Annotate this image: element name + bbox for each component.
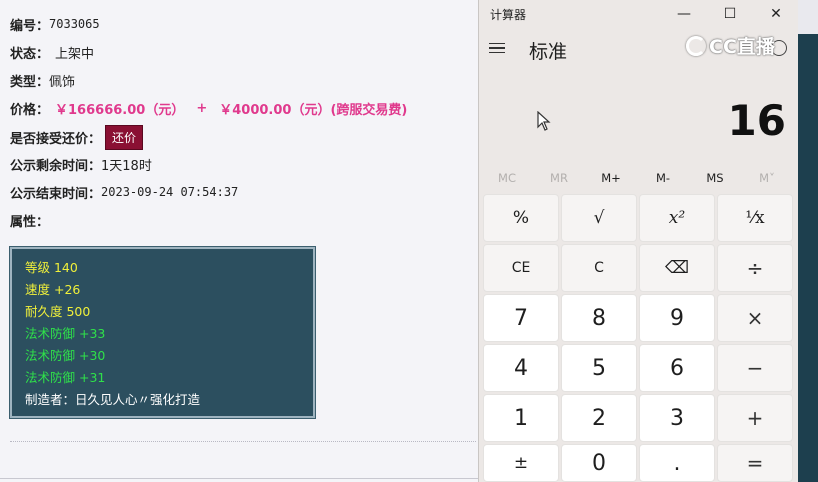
close-button[interactable]: ✕	[753, 2, 799, 26]
maximize-button[interactable]: ☐	[707, 2, 753, 26]
attribute-line: 速度 +26	[25, 282, 81, 297]
remaining-time-value: 1天18时	[101, 158, 152, 174]
background-window-edge	[798, 0, 818, 482]
stream-watermark-text: CC直播	[709, 36, 775, 58]
attributes-label: 属性：	[10, 214, 50, 230]
memory-list-button[interactable]: M˅	[741, 166, 793, 190]
counter-offer-label: 是否接受还价：	[10, 131, 102, 147]
mouse-cursor-icon	[537, 111, 551, 131]
item-id-row: 编号： 7033065	[10, 12, 100, 36]
memory-store-button[interactable]: MS	[689, 166, 741, 190]
section-divider	[10, 441, 476, 442]
digit-3-button[interactable]: 3	[639, 394, 715, 442]
remaining-time-label: 公示剩余时间：	[10, 158, 102, 174]
item-price-value: ￥166666.00（元）	[55, 102, 185, 118]
attributes-row: 属性：	[10, 208, 49, 232]
backspace-button[interactable]: ⌫	[639, 244, 715, 292]
multiply-button[interactable]: ×	[717, 294, 793, 342]
end-time-label: 公示结束时间：	[10, 186, 102, 202]
end-time-value: 2023-09-24 07:54:37	[101, 185, 239, 199]
minimize-button[interactable]: —	[661, 2, 707, 26]
digit-8-button[interactable]: 8	[561, 294, 637, 342]
attributes-panel: 等级 140 速度 +26 耐久度 500 法术防御 +33 法术防御 +30 …	[9, 246, 316, 419]
calculator-window: 计算器 — ☐ ✕ 标准 16 MC MR M+ M- MS M˅ % √ x²…	[478, 0, 798, 482]
equals-button[interactable]: =	[717, 444, 793, 482]
item-type-row: 类型： 佩饰	[10, 68, 75, 92]
calculator-title: 计算器	[490, 8, 527, 22]
attribute-line: 法术防御 +31	[25, 370, 106, 385]
clear-entry-button[interactable]: CE	[483, 244, 559, 292]
memory-row: MC MR M+ M- MS M˅	[479, 166, 799, 190]
digit-9-button[interactable]: 9	[639, 294, 715, 342]
digit-1-button[interactable]: 1	[483, 394, 559, 442]
add-button[interactable]: +	[717, 394, 793, 442]
digit-5-button[interactable]: 5	[561, 344, 637, 392]
memory-recall-button[interactable]: MR	[533, 166, 585, 190]
background-window-top	[798, 0, 818, 34]
item-price-row: 价格： ￥166666.00（元） + ￥4000.00（元）(跨服交易费)	[10, 96, 407, 120]
attribute-line: 耐久度 500	[25, 304, 91, 319]
item-id-value: 7033065	[49, 17, 100, 31]
clear-button[interactable]: C	[561, 244, 637, 292]
percent-button[interactable]: %	[483, 194, 559, 242]
memory-add-button[interactable]: M+	[585, 166, 637, 190]
item-status-label: 状态：	[10, 46, 50, 62]
item-status-value: 上架中	[55, 46, 95, 62]
reciprocal-button[interactable]: ¹⁄x	[717, 194, 793, 242]
square-button[interactable]: x²	[639, 194, 715, 242]
item-type-label: 类型：	[10, 74, 50, 90]
memory-subtract-button[interactable]: M-	[637, 166, 689, 190]
price-plus-sign: +	[196, 100, 208, 116]
calculator-titlebar[interactable]: 计算器 — ☐ ✕	[479, 0, 799, 28]
digit-4-button[interactable]: 4	[483, 344, 559, 392]
memory-clear-button[interactable]: MC	[481, 166, 533, 190]
subtract-button[interactable]: −	[717, 344, 793, 392]
square-root-button[interactable]: √	[561, 194, 637, 242]
decimal-button[interactable]: .	[639, 444, 715, 482]
counter-offer-row: 是否接受还价： 还价	[10, 124, 144, 150]
digit-2-button[interactable]: 2	[561, 394, 637, 442]
item-type-value: 佩饰	[49, 74, 76, 90]
page-bottom-border	[0, 478, 478, 479]
digit-6-button[interactable]: 6	[639, 344, 715, 392]
stream-logo-icon	[686, 35, 706, 56]
item-status-row: 状态： 上架中	[10, 40, 94, 64]
remaining-time-row: 公示剩余时间： 1天18时	[10, 152, 152, 176]
negate-button[interactable]: ±	[483, 444, 559, 482]
menu-icon[interactable]	[489, 36, 509, 60]
cross-server-fee-value: ￥4000.00（元）(跨服交易费)	[219, 102, 408, 118]
calculator-mode-title: 标准	[529, 41, 568, 63]
divide-button[interactable]: ÷	[717, 244, 793, 292]
counter-offer-button[interactable]: 还价	[105, 124, 144, 150]
calculator-display: 16	[727, 96, 786, 145]
attribute-line: 法术防御 +33	[25, 326, 106, 341]
digit-0-button[interactable]: 0	[561, 444, 637, 482]
digit-7-button[interactable]: 7	[483, 294, 559, 342]
item-price-label: 价格：	[10, 102, 50, 118]
stream-watermark: CC直播	[686, 32, 775, 59]
end-time-row: 公示结束时间： 2023-09-24 07:54:37	[10, 180, 238, 204]
item-id-label: 编号：	[10, 18, 50, 34]
attribute-line: 制造者：日久见人心〃强化打造	[25, 392, 201, 407]
attribute-line: 等级 140	[25, 260, 78, 275]
attribute-line: 法术防御 +30	[25, 348, 106, 363]
item-detail-page: 编号： 7033065 状态： 上架中 类型： 佩饰 价格： ￥166666.0…	[0, 0, 478, 482]
